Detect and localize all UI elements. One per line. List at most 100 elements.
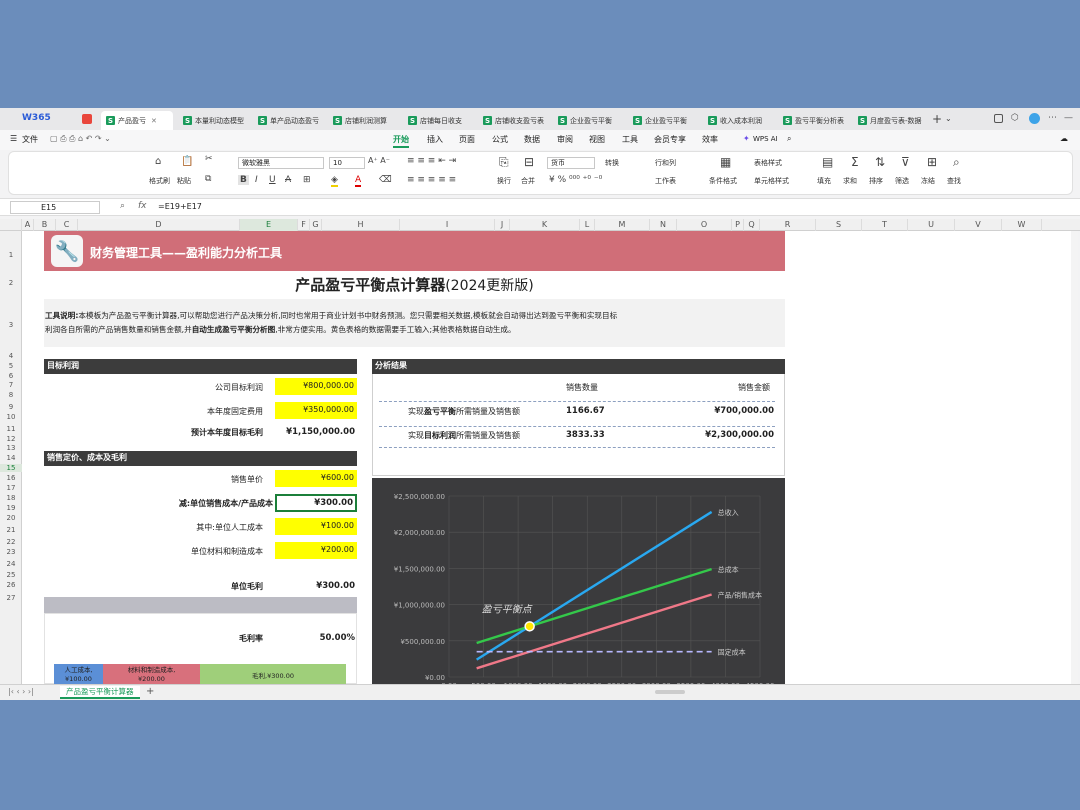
sheet-tab-active[interactable]: 产品盈亏平衡计算器 (60, 686, 140, 699)
row-header-8[interactable]: 8 (0, 391, 22, 399)
underline-icon[interactable]: U (269, 175, 276, 185)
column-header-F[interactable]: F (298, 219, 310, 231)
menu-data[interactable]: 数据 (524, 134, 540, 145)
copy-icon[interactable]: ⧉ (205, 174, 211, 184)
column-header-E[interactable]: E (240, 219, 298, 231)
name-box[interactable]: E15 (10, 201, 100, 214)
worksheet-grid[interactable]: 🔧 财务管理工具——盈利能力分析工具 产品盈亏平衡点计算器(2024更新版) 工… (22, 231, 1078, 684)
italic-icon[interactable]: I (255, 175, 258, 185)
column-header-T[interactable]: T (862, 219, 908, 231)
column-header-K[interactable]: K (510, 219, 580, 231)
column-header-V[interactable]: V (955, 219, 1002, 231)
align-top-icon[interactable]: ≡ ≡ ≡ ⇤ ⇥ (407, 156, 456, 166)
add-sheet-button[interactable]: + (146, 686, 154, 697)
tab-2[interactable]: S 单产品动态盈亏 (253, 111, 325, 130)
row-header-25[interactable]: 25 (0, 571, 22, 579)
row-header-12[interactable]: 12 (0, 435, 22, 443)
menu-wps-ai[interactable]: WPS AI (753, 135, 778, 143)
row-header-15[interactable]: 15 (0, 464, 22, 472)
unit-price-input[interactable]: ¥600.00 (275, 470, 357, 487)
tab-7[interactable]: S 企业盈亏平衡 (628, 111, 700, 130)
menu-file[interactable]: 文件 (22, 134, 38, 145)
number-format-select[interactable]: 货币 (547, 157, 595, 169)
row-header-1[interactable]: 1 (0, 251, 22, 259)
tab-0[interactable]: S 产品盈亏 ✕ (101, 111, 173, 130)
align-left-icon[interactable]: ≡ ≡ ≡ ≡ ≡ (407, 175, 456, 185)
cloud-icon[interactable]: ☁ (1060, 134, 1068, 143)
row-header-26[interactable]: 26 (0, 581, 22, 589)
row-header-19[interactable]: 19 (0, 504, 22, 512)
column-header-B[interactable]: B (34, 219, 56, 231)
row-header-20[interactable]: 20 (0, 514, 22, 522)
font-name-select[interactable]: 微软雅黑 (238, 157, 324, 169)
column-header-W[interactable]: W (1002, 219, 1042, 231)
menu-tools[interactable]: 工具 (622, 134, 638, 145)
row-header-16[interactable]: 16 (0, 474, 22, 482)
column-header-C[interactable]: C (56, 219, 78, 231)
avatar[interactable] (1029, 113, 1040, 124)
column-header-D[interactable]: D (78, 219, 240, 231)
menu-icon[interactable]: ☰ (10, 134, 17, 143)
tab-5[interactable]: S 店铺收支盈亏表 (478, 111, 550, 130)
menu-insert[interactable]: 插入 (427, 134, 443, 145)
minimize-icon[interactable]: — (1064, 113, 1073, 123)
menu-home[interactable]: 开始 (393, 134, 409, 148)
row-header-21[interactable]: 21 (0, 526, 22, 534)
border-icon[interactable]: ⊞ (303, 175, 311, 185)
row-header-18[interactable]: 18 (0, 494, 22, 502)
menu-member[interactable]: 会员专享 (654, 134, 686, 145)
row-header-4[interactable]: 4 (0, 352, 22, 360)
fixed-cost-input[interactable]: ¥350,000.00 (275, 402, 357, 419)
search-icon[interactable]: ⌕ (787, 134, 791, 144)
column-header-G[interactable]: G (310, 219, 322, 231)
column-header-R[interactable]: R (760, 219, 816, 231)
font-size-select[interactable]: 10 (329, 157, 365, 169)
tab-4[interactable]: S 店铺每日收支 (403, 111, 475, 130)
column-header-I[interactable]: I (400, 219, 495, 231)
column-header-P[interactable]: P (732, 219, 744, 231)
row-header-3[interactable]: 3 (0, 321, 22, 329)
row-header-22[interactable]: 22 (0, 538, 22, 546)
row-header-9[interactable]: 9 (0, 403, 22, 411)
sheet-nav-icons[interactable]: |‹ ‹ › ›| (8, 687, 34, 696)
vertical-scrollbar[interactable] (1071, 231, 1078, 684)
column-header-A[interactable]: A (22, 219, 34, 231)
row-header-13[interactable]: 13 (0, 444, 22, 452)
window-icon[interactable] (994, 114, 1003, 123)
bold-icon[interactable]: B (238, 175, 249, 185)
font-grow-icon[interactable]: A⁺ A⁻ (368, 156, 390, 165)
row-header-2[interactable]: 2 (0, 279, 22, 287)
clear-icon[interactable]: ⌫ (379, 175, 392, 185)
merge-button[interactable]: 合并 (521, 176, 535, 186)
labor-input[interactable]: ¥100.00 (275, 518, 357, 535)
find-button[interactable]: 查找 (947, 176, 961, 186)
fill-button[interactable]: 填充 (817, 176, 831, 186)
convert-button[interactable]: 转换 (605, 158, 619, 168)
font-color-icon[interactable]: A (355, 175, 362, 187)
menu-formula[interactable]: 公式 (492, 134, 508, 145)
tab-8[interactable]: S 收入成本利润 (703, 111, 775, 130)
horizontal-scrollbar[interactable] (655, 690, 685, 694)
cube-icon[interactable]: ⬡ (1011, 113, 1019, 123)
row-header-24[interactable]: 24 (0, 560, 22, 568)
row-header-23[interactable]: 23 (0, 548, 22, 556)
column-header-H[interactable]: H (322, 219, 400, 231)
row-header-7[interactable]: 7 (0, 381, 22, 389)
row-col-button[interactable]: 行和列 (655, 158, 676, 168)
cell-style-button[interactable]: 单元格样式 (754, 176, 789, 186)
column-header-J[interactable]: J (495, 219, 510, 231)
percent-icon[interactable]: ¥ % ⁰⁰⁰ ⁺⁰ ⁻⁰ (549, 175, 602, 185)
paste-button[interactable]: 粘贴 (177, 176, 191, 186)
column-header-U[interactable]: U (908, 219, 955, 231)
more-icon[interactable]: ⋯ (1048, 113, 1057, 123)
target-profit-input[interactable]: ¥800,000.00 (275, 378, 357, 395)
worksheet-button[interactable]: 工作表 (655, 176, 676, 186)
format-painter-button[interactable]: 格式刷 (149, 176, 170, 186)
pdf-icon[interactable] (82, 114, 92, 124)
menu-efficiency[interactable]: 效率 (702, 134, 718, 145)
tab-1[interactable]: S 本量利动态模型 (178, 111, 250, 130)
freeze-button[interactable]: 冻结 (921, 176, 935, 186)
row-header-17[interactable]: 17 (0, 484, 22, 492)
menu-review[interactable]: 审阅 (557, 134, 573, 145)
cond-format-button[interactable]: 条件格式 (709, 176, 737, 186)
